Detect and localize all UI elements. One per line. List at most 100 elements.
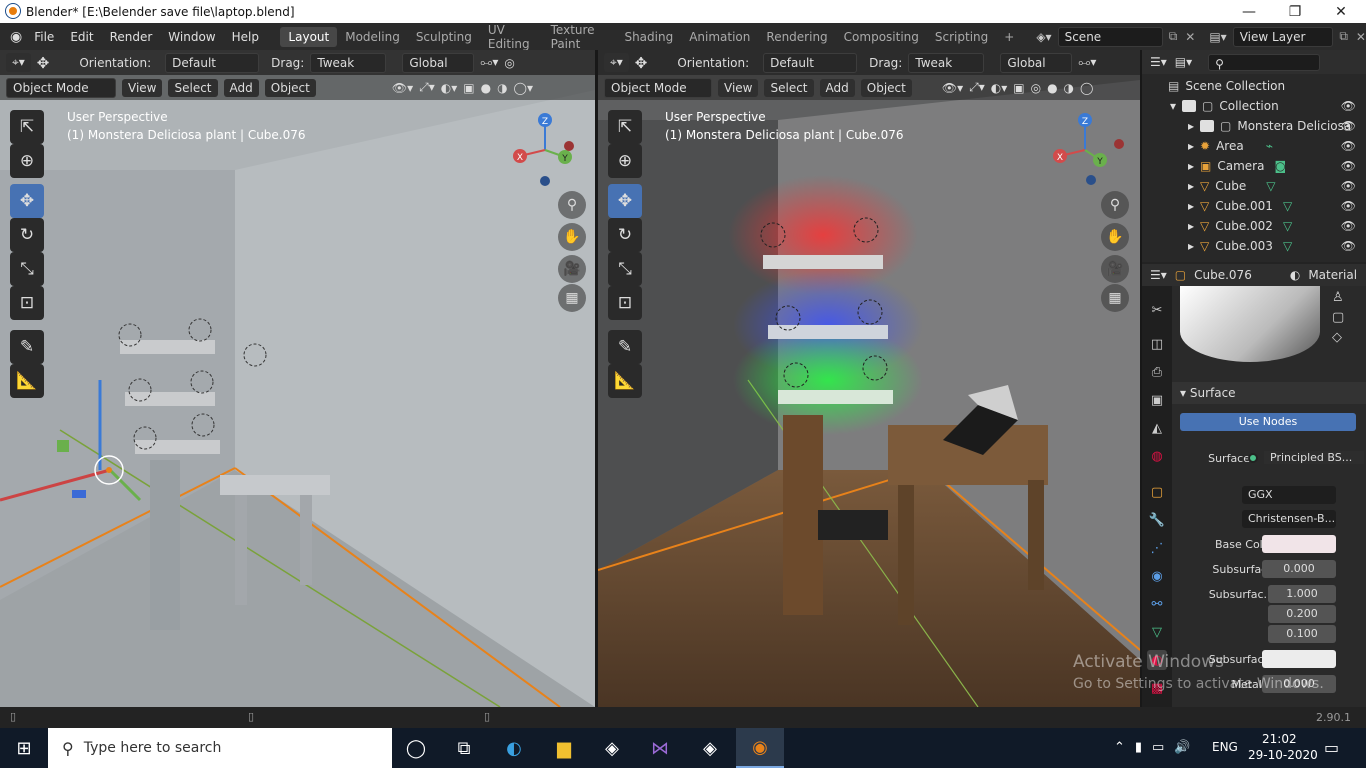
view-menu[interactable]: View: [122, 78, 163, 97]
data-tab-icon[interactable]: ▽: [1147, 622, 1167, 642]
select-menu[interactable]: Select: [168, 78, 218, 97]
scene-tab-icon[interactable]: ◭: [1147, 418, 1167, 438]
outliner-editor-icon[interactable]: ☰▾: [1150, 55, 1167, 69]
surface-panel-header[interactable]: ▾ Surface: [1172, 382, 1366, 404]
blender-menu-icon[interactable]: ◉: [10, 29, 22, 45]
shading-material-icon-right[interactable]: ◑: [1064, 81, 1074, 95]
tab-animation[interactable]: Animation: [681, 27, 758, 47]
windows-start-icon[interactable]: ⊞: [0, 728, 48, 768]
transform-pivot-icon-right[interactable]: ✥: [635, 54, 648, 72]
shading-solid-icon-right[interactable]: ●: [1047, 81, 1057, 95]
overlay-icon-right[interactable]: ◐▾: [991, 81, 1008, 95]
close-layer-icon[interactable]: ✕: [1356, 30, 1366, 44]
system-tray-icons[interactable]: ⌃▮▭🔊: [1114, 740, 1201, 755]
outliner-row-area[interactable]: ▸ ✹ Area ⌁ 👁: [1142, 136, 1366, 156]
eye-icon[interactable]: 👁: [1341, 119, 1356, 133]
pan-hand-icon-right[interactable]: ✋: [1101, 223, 1129, 251]
eye-icon[interactable]: 👁: [1341, 159, 1356, 173]
tool-tab-icon[interactable]: ✂: [1147, 300, 1167, 320]
subsurface-radius-y[interactable]: 0.200: [1268, 605, 1336, 623]
tab-sculpting[interactable]: Sculpting: [408, 27, 480, 47]
outliner-row-cube001[interactable]: ▸ ▽ Cube.001 ▽ 👁: [1142, 196, 1366, 216]
shading-render-icon[interactable]: ◯▾: [514, 81, 533, 95]
camera-view-icon[interactable]: 🎥: [558, 255, 586, 283]
tab-scripting[interactable]: Scripting: [927, 27, 996, 47]
outliner-row-camera[interactable]: ▸ ▣ Camera ◙ 👁: [1142, 156, 1366, 176]
menu-window[interactable]: Window: [160, 30, 223, 44]
edge-icon[interactable]: ◐: [490, 728, 538, 768]
base-color-swatch[interactable]: [1262, 535, 1336, 553]
outliner-scene-collection[interactable]: ▤ Scene Collection: [1142, 76, 1366, 96]
constraints-tab-icon[interactable]: ⚯: [1147, 594, 1167, 614]
render-tab-icon[interactable]: ◫: [1147, 334, 1167, 354]
drag-dropdown[interactable]: Tweak: [310, 52, 387, 73]
tab-modeling[interactable]: Modeling: [337, 27, 408, 47]
measure-tool-icon[interactable]: 📐: [10, 364, 44, 398]
navigation-gizmo-right[interactable]: Z X Y: [1048, 110, 1128, 190]
subsurface-radius-z[interactable]: 0.100: [1268, 625, 1336, 643]
use-nodes-button[interactable]: Use Nodes: [1180, 413, 1356, 431]
unity-hub-icon[interactable]: ◈: [686, 728, 734, 768]
rotate-tool-icon-right[interactable]: ↻: [608, 218, 642, 252]
display-mode-icon[interactable]: ▤▾: [1175, 55, 1192, 69]
shading-material-icon[interactable]: ◑: [497, 81, 507, 95]
transform-dropdown[interactable]: Global: [402, 52, 475, 73]
object-tab-icon[interactable]: ▢: [1147, 482, 1167, 502]
expand-arrow-icon[interactable]: ▸: [1188, 119, 1200, 133]
cursor-tool-icon[interactable]: ⊕: [10, 144, 44, 178]
pan-hand-icon[interactable]: ✋: [558, 223, 586, 251]
menu-help[interactable]: Help: [224, 30, 267, 44]
shading-wire-icon-right[interactable]: ◎: [1031, 81, 1041, 95]
view-layer-field[interactable]: View Layer: [1232, 26, 1334, 47]
surface-shader-dropdown[interactable]: Principled BS...: [1264, 451, 1364, 464]
physics-tab-icon[interactable]: ◉: [1147, 566, 1167, 586]
camera-view-icon-right[interactable]: 🎥: [1101, 255, 1129, 283]
scale-tool-icon[interactable]: ⤡: [10, 252, 44, 286]
outliner-row-cube[interactable]: ▸ ▽ Cube ▽ 👁: [1142, 176, 1366, 196]
copy-layer-icon[interactable]: ⧉: [1339, 29, 1348, 44]
visual-studio-icon[interactable]: ⋈: [636, 728, 684, 768]
measure-tool-icon-right[interactable]: 📐: [608, 364, 642, 398]
orientation-dropdown[interactable]: Default: [165, 52, 260, 73]
subsurface-radius-x[interactable]: 1.000: [1268, 585, 1336, 603]
object-menu-right[interactable]: Object: [860, 78, 912, 97]
close-scene-icon[interactable]: ✕: [1185, 30, 1195, 44]
minimize-button[interactable]: —: [1226, 0, 1272, 23]
close-button[interactable]: ✕: [1318, 0, 1364, 23]
tab-shading[interactable]: Shading: [616, 27, 681, 47]
outliner-row-collection[interactable]: ▾ ▢ Collection 👁: [1142, 96, 1366, 116]
checkbox-icon[interactable]: [1182, 100, 1196, 112]
transform-tool-icon[interactable]: ⊡: [10, 286, 44, 320]
rotate-tool-icon[interactable]: ↻: [10, 218, 44, 252]
file-explorer-icon[interactable]: ▆: [540, 728, 588, 768]
tab-compositing[interactable]: Compositing: [836, 27, 927, 47]
clock-time[interactable]: 21:02: [1262, 732, 1297, 746]
tweak-tool-icon-right[interactable]: ⇱: [608, 110, 642, 144]
drag-dropdown-right[interactable]: Tweak: [908, 52, 985, 73]
expand-arrow-icon[interactable]: ▸: [1188, 239, 1200, 253]
clock-date[interactable]: 29-10-2020: [1248, 748, 1318, 762]
menu-file[interactable]: File: [26, 30, 62, 44]
transform-pivot-icon[interactable]: ✥: [37, 54, 50, 72]
blender-taskbar-icon[interactable]: ◉: [736, 728, 784, 768]
menu-render[interactable]: Render: [102, 30, 161, 44]
snap-icon[interactable]: ⧟▾: [480, 55, 498, 70]
zoom-icon[interactable]: ⚲: [558, 191, 586, 219]
gizmo-toggle-icon-right[interactable]: ⤢▾: [969, 80, 985, 95]
add-menu[interactable]: Add: [223, 78, 259, 97]
overlay-icon[interactable]: ◐▾: [441, 81, 458, 95]
expand-arrow-icon[interactable]: ▸: [1188, 219, 1200, 233]
view-menu-right[interactable]: View: [718, 78, 759, 97]
preview-type-icons[interactable]: ♙ ▢ ◇: [1332, 288, 1344, 348]
outliner-row-cube003[interactable]: ▸ ▽ Cube.003 ▽ 👁: [1142, 236, 1366, 256]
eye-icon[interactable]: 👁: [1341, 139, 1356, 153]
cursor-tool-icon-right[interactable]: ⊕: [608, 144, 642, 178]
modifier-tab-icon[interactable]: 🔧: [1147, 510, 1167, 530]
subsurface-value[interactable]: 0.000: [1262, 560, 1336, 578]
unity-icon[interactable]: ◈: [588, 728, 636, 768]
shading-render-icon-right[interactable]: ◯: [1080, 81, 1093, 95]
mode-dropdown[interactable]: Object Mode: [6, 77, 116, 98]
notifications-icon[interactable]: ▭: [1324, 738, 1339, 757]
transform-dropdown-right[interactable]: Global: [1000, 52, 1073, 73]
gizmo-toggle-icon[interactable]: ⤢▾: [419, 80, 435, 95]
